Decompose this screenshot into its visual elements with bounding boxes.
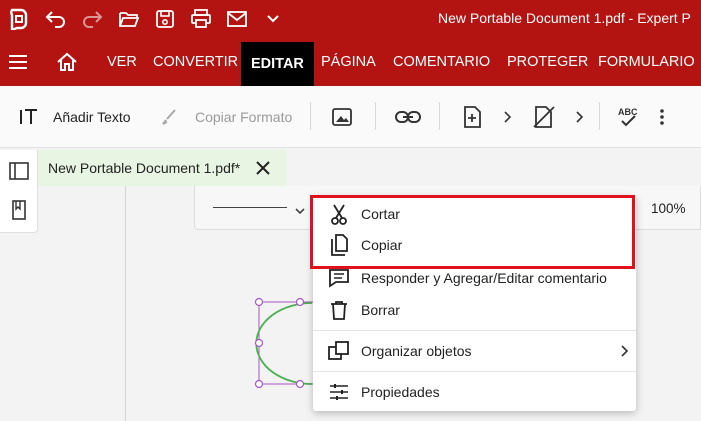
menu-item-delete[interactable]: Borrar — [313, 295, 636, 325]
spellcheck-icon[interactable]: ABC — [617, 104, 641, 130]
menu-item-comment-label: Responder y Agregar/Editar comentario — [361, 270, 607, 286]
more-options-icon[interactable] — [657, 104, 667, 130]
save-icon[interactable] — [153, 7, 177, 31]
remove-page-icon[interactable] — [533, 104, 555, 130]
toolbar-divider — [599, 102, 600, 130]
selected-shape[interactable] — [250, 296, 314, 392]
menu-divider — [313, 330, 636, 331]
app-logo-icon[interactable] — [6, 7, 30, 31]
page-edge-divider — [125, 186, 126, 421]
add-page-icon[interactable] — [462, 104, 482, 130]
menu-item-arrange-label: Organizar objetos — [361, 343, 472, 359]
document-tab[interactable]: New Portable Document 1.pdf* — [38, 150, 286, 186]
add-text-button[interactable]: Añadir Texto — [20, 104, 131, 130]
home-icon[interactable] — [55, 50, 79, 74]
link-icon[interactable] — [395, 104, 421, 130]
menu-tab-convertir[interactable]: CONVERTIR — [153, 38, 238, 86]
menu-tab-proteger[interactable]: PROTEGER — [507, 38, 588, 86]
image-icon[interactable] — [331, 104, 353, 130]
properties-icon — [327, 380, 351, 404]
ribbon-menu-bar: VER CONVERTIR EDITAR PÁGINA COMENTARIO P… — [0, 38, 701, 86]
chevron-right-icon[interactable] — [574, 104, 584, 130]
menu-item-properties[interactable]: Propiedades — [313, 377, 636, 407]
edit-toolbar: Añadir Texto Copiar Formato ABC — [0, 86, 701, 148]
window-title: New Portable Document 1.pdf - Expert P — [438, 10, 691, 26]
menu-tab-editar[interactable]: EDITAR — [241, 42, 314, 86]
copy-format-label: Copiar Formato — [195, 109, 293, 125]
menu-item-arrange[interactable]: Organizar objetos — [313, 336, 636, 366]
toolbar-divider — [375, 102, 376, 130]
chevron-down-icon[interactable] — [261, 7, 285, 31]
trash-icon — [327, 298, 351, 322]
brush-icon — [160, 108, 182, 126]
line-style-selector[interactable] — [213, 207, 287, 208]
zoom-level[interactable]: 100% — [651, 201, 686, 216]
comment-icon — [327, 266, 351, 290]
open-folder-icon[interactable] — [117, 7, 141, 31]
svg-text:ABC: ABC — [618, 107, 638, 117]
copy-format-button[interactable]: Copiar Formato — [160, 104, 292, 130]
panel-toggle-icon[interactable] — [7, 159, 31, 183]
document-tab-title: New Portable Document 1.pdf* — [48, 160, 241, 176]
chevron-down-icon[interactable] — [295, 202, 305, 220]
add-text-label: Añadir Texto — [53, 109, 131, 125]
arrange-icon — [327, 339, 351, 363]
menu-tab-pagina[interactable]: PÁGINA — [321, 38, 376, 86]
annotation-highlight-box — [310, 195, 635, 269]
hamburger-menu-icon[interactable] — [6, 50, 30, 74]
menu-divider — [313, 371, 636, 372]
redo-icon[interactable] — [80, 7, 104, 31]
menu-tab-comentario[interactable]: COMENTARIO — [393, 38, 490, 86]
chevron-right-icon[interactable] — [502, 104, 512, 130]
email-icon[interactable] — [225, 7, 249, 31]
toolbar-divider — [439, 102, 440, 130]
menu-tab-formulario[interactable]: FORMULARIO — [598, 38, 695, 86]
toolbar-divider — [310, 102, 311, 130]
menu-tab-ver[interactable]: VER — [107, 38, 137, 86]
title-bar: New Portable Document 1.pdf - Expert P — [0, 0, 701, 38]
left-sidebar — [0, 150, 38, 233]
chevron-right-icon — [619, 344, 629, 361]
bookmark-icon[interactable] — [7, 198, 31, 222]
menu-item-properties-label: Propiedades — [361, 384, 440, 400]
text-tool-icon — [20, 108, 42, 126]
close-tab-icon[interactable] — [252, 157, 274, 179]
undo-icon[interactable] — [44, 7, 68, 31]
print-icon[interactable] — [189, 7, 213, 31]
menu-item-delete-label: Borrar — [361, 302, 400, 318]
